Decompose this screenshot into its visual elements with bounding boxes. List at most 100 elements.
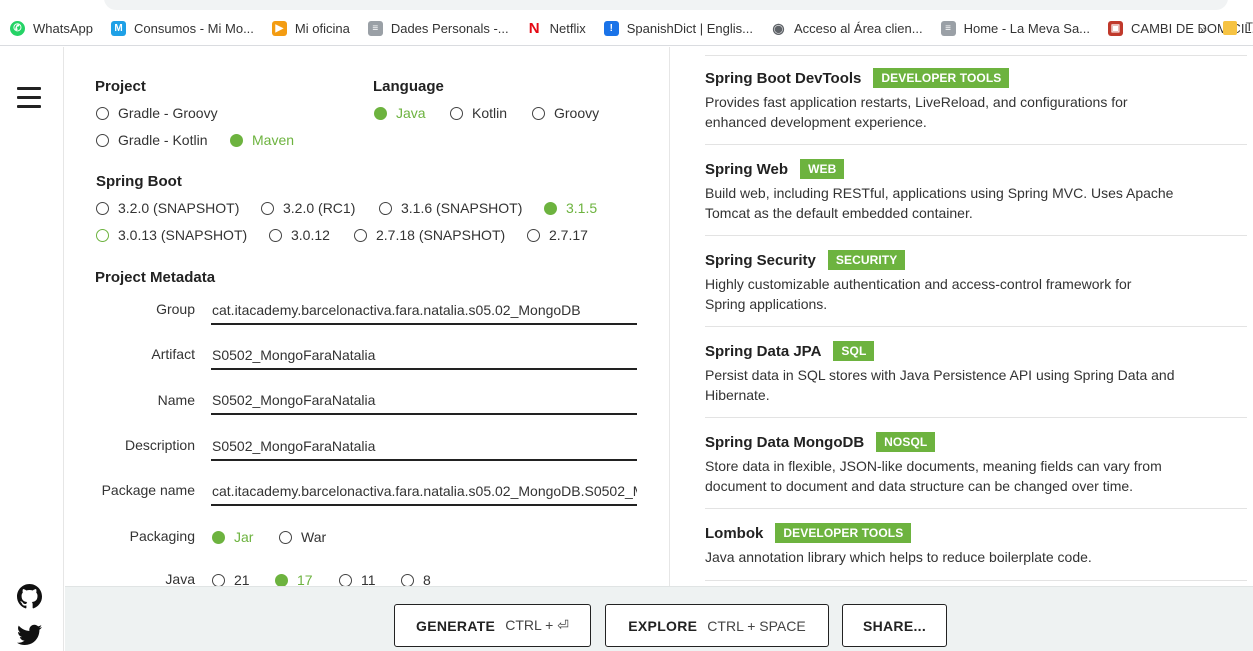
- package-name-field[interactable]: cat.itacademy.barcelonactiva.fara.natali…: [211, 478, 637, 506]
- name-label: Name: [157, 392, 195, 408]
- dependency-badge: SQL: [833, 341, 875, 361]
- gencat-icon: ▣: [1108, 21, 1124, 36]
- dependency-badge: NOSQL: [876, 432, 936, 452]
- language-option-kotlin[interactable]: Kotlin: [450, 105, 507, 121]
- dependency-name: Spring Data MongoDB: [705, 433, 865, 451]
- radio-icon: [339, 573, 352, 586]
- radio-icon: [279, 530, 292, 544]
- dependency-name: Spring Data JPA: [705, 342, 822, 360]
- artifact-label: Artifact: [151, 346, 195, 362]
- browser-address-area: [0, 0, 1253, 12]
- artifact-field[interactable]: S0502_MongoFaraNatalia: [211, 342, 637, 370]
- bookmark-mi-oficina[interactable]: ▶ Mi oficina: [271, 21, 350, 36]
- radio-icon: [450, 106, 463, 120]
- dependency-item[interactable]: Spring Web WEB Build web, including RESTf…: [705, 159, 1247, 236]
- group-label: Group: [156, 301, 195, 317]
- dependencies-panel: Spring Boot DevTools DEVELOPER TOOLS Prov…: [671, 47, 1253, 586]
- radio-icon: [527, 228, 540, 242]
- radio-icon: [96, 106, 109, 120]
- dependency-item[interactable]: Lombok DEVELOPER TOOLS Java annotation li…: [705, 523, 1247, 581]
- dependency-badge: SECURITY: [827, 250, 906, 270]
- dependency-description: Build web, including RESTful, applicatio…: [705, 185, 1174, 221]
- bookmark-overflow-label[interactable]: T: [1246, 20, 1253, 34]
- bookmark-acceso[interactable]: ◉ Acceso al Área clien...: [770, 20, 923, 36]
- boot-option-320-snapshot[interactable]: 3.2.0 (SNAPSHOT): [96, 200, 239, 216]
- bookmark-whatsapp[interactable]: ✆ WhatsApp: [10, 21, 93, 36]
- language-option-java[interactable]: Java: [374, 105, 426, 121]
- boot-option-315[interactable]: 3.1.5: [544, 200, 597, 216]
- project-option-gradle-kotlin[interactable]: Gradle - Kotlin: [96, 132, 207, 148]
- bookmark-netflix[interactable]: N Netflix: [526, 20, 586, 37]
- project-form-panel: Project Gradle - Groovy Gradle - Kotlin …: [65, 47, 670, 586]
- java-option-11[interactable]: 11: [339, 572, 376, 586]
- radio-icon: [96, 201, 109, 215]
- bookmark-home-la-meva[interactable]: ≡ Home - La Meva Sa...: [940, 21, 1090, 36]
- language-section-title: Language: [373, 78, 444, 95]
- address-bar[interactable]: [104, 0, 1228, 10]
- radio-selected-icon: [212, 530, 225, 544]
- explore-button[interactable]: EXPLORE CTRL + SPACE: [605, 604, 829, 647]
- boot-option-2718-snapshot[interactable]: 2.7.18 (SNAPSHOT): [354, 227, 505, 243]
- dependency-description: Highly customizable authentication and a…: [705, 276, 1132, 312]
- bookmarks-more-button[interactable]: »: [1199, 21, 1207, 37]
- dependency-item[interactable]: Spring Data JPA SQL Persist data in SQL s…: [705, 341, 1247, 418]
- language-option-groovy[interactable]: Groovy: [532, 105, 599, 121]
- dependency-description: Persist data in SQL stores with Java Per…: [705, 367, 1175, 403]
- dependency-badge: DEVELOPER TOOLS: [873, 68, 1010, 88]
- whatsapp-icon: ✆: [10, 21, 25, 36]
- radio-icon: [261, 201, 274, 215]
- dependency-badge: DEVELOPER TOOLS: [775, 523, 912, 543]
- bookmark-dades-personals[interactable]: ≡ Dades Personals -...: [367, 21, 509, 36]
- dependency-item[interactable]: Spring Security SECURITY Highly customiza…: [705, 250, 1247, 327]
- dependency-name: Lombok: [705, 524, 764, 542]
- bookmark-consumos[interactable]: M Consumos - Mi Mo...: [110, 21, 254, 36]
- project-option-gradle-groovy[interactable]: Gradle - Groovy: [96, 105, 218, 121]
- folder-icon[interactable]: [1223, 21, 1237, 35]
- dependency-description: Provides fast application restarts, Live…: [705, 94, 1128, 130]
- boot-option-2717[interactable]: 2.7.17: [527, 227, 588, 243]
- spanishdict-icon: !: [603, 21, 619, 36]
- github-icon[interactable]: [17, 584, 42, 609]
- group-field[interactable]: cat.itacademy.barcelonactiva.fara.natali…: [211, 297, 637, 325]
- radio-icon: [212, 573, 225, 586]
- generate-button[interactable]: GENERATE CTRL + ⏎: [394, 604, 591, 647]
- packaging-option-war[interactable]: War: [279, 529, 326, 545]
- boot-option-316-snapshot[interactable]: 3.1.6 (SNAPSHOT): [379, 200, 522, 216]
- divider: [705, 55, 1247, 56]
- boot-option-320-rc1[interactable]: 3.2.0 (RC1): [261, 200, 355, 216]
- radio-selected-icon: [275, 573, 288, 586]
- radio-icon: [96, 133, 109, 147]
- java-option-8[interactable]: 8: [401, 572, 431, 586]
- menu-icon[interactable]: [17, 87, 41, 108]
- dependency-item[interactable]: Spring Boot DevTools DEVELOPER TOOLS Prov…: [705, 68, 1247, 145]
- dependency-description: Java annotation library which helps to r…: [705, 549, 1092, 565]
- office-icon: ▶: [271, 21, 287, 36]
- dependency-badge: WEB: [800, 159, 845, 179]
- radio-selected-icon: [544, 201, 557, 215]
- spring-boot-section-title: Spring Boot: [96, 173, 182, 190]
- description-field[interactable]: S0502_MongoFaraNatalia: [211, 433, 637, 461]
- metadata-section-title: Project Metadata: [95, 269, 216, 286]
- package-name-label: Package name: [101, 482, 195, 498]
- globe-icon: ◉: [770, 20, 786, 36]
- dependency-item[interactable]: Spring Data MongoDB NOSQL Store data in f…: [705, 432, 1247, 509]
- project-option-maven[interactable]: Maven: [230, 132, 294, 148]
- explore-shortcut: CTRL + SPACE: [707, 617, 806, 634]
- packaging-option-jar[interactable]: Jar: [212, 529, 253, 545]
- bookmark-spanishdict[interactable]: ! SpanishDict | Englis...: [603, 21, 753, 36]
- boot-option-3013-snapshot[interactable]: 3.0.13 (SNAPSHOT): [96, 227, 247, 243]
- name-field[interactable]: S0502_MongoFaraNatalia: [211, 387, 637, 415]
- radio-icon: [401, 573, 414, 586]
- java-label: Java: [165, 571, 195, 586]
- description-label: Description: [124, 437, 195, 453]
- boot-option-3012[interactable]: 3.0.12: [269, 227, 330, 243]
- twitter-icon[interactable]: [17, 624, 42, 646]
- dependency-name: Spring Web: [705, 160, 789, 178]
- java-option-21[interactable]: 21: [212, 572, 250, 586]
- radio-icon: [96, 228, 109, 242]
- java-option-17[interactable]: 17: [275, 572, 313, 586]
- page-icon: ≡: [367, 21, 383, 36]
- movistar-icon: M: [110, 21, 126, 36]
- share-button[interactable]: SHARE...: [842, 604, 947, 647]
- project-section-title: Project: [95, 78, 146, 95]
